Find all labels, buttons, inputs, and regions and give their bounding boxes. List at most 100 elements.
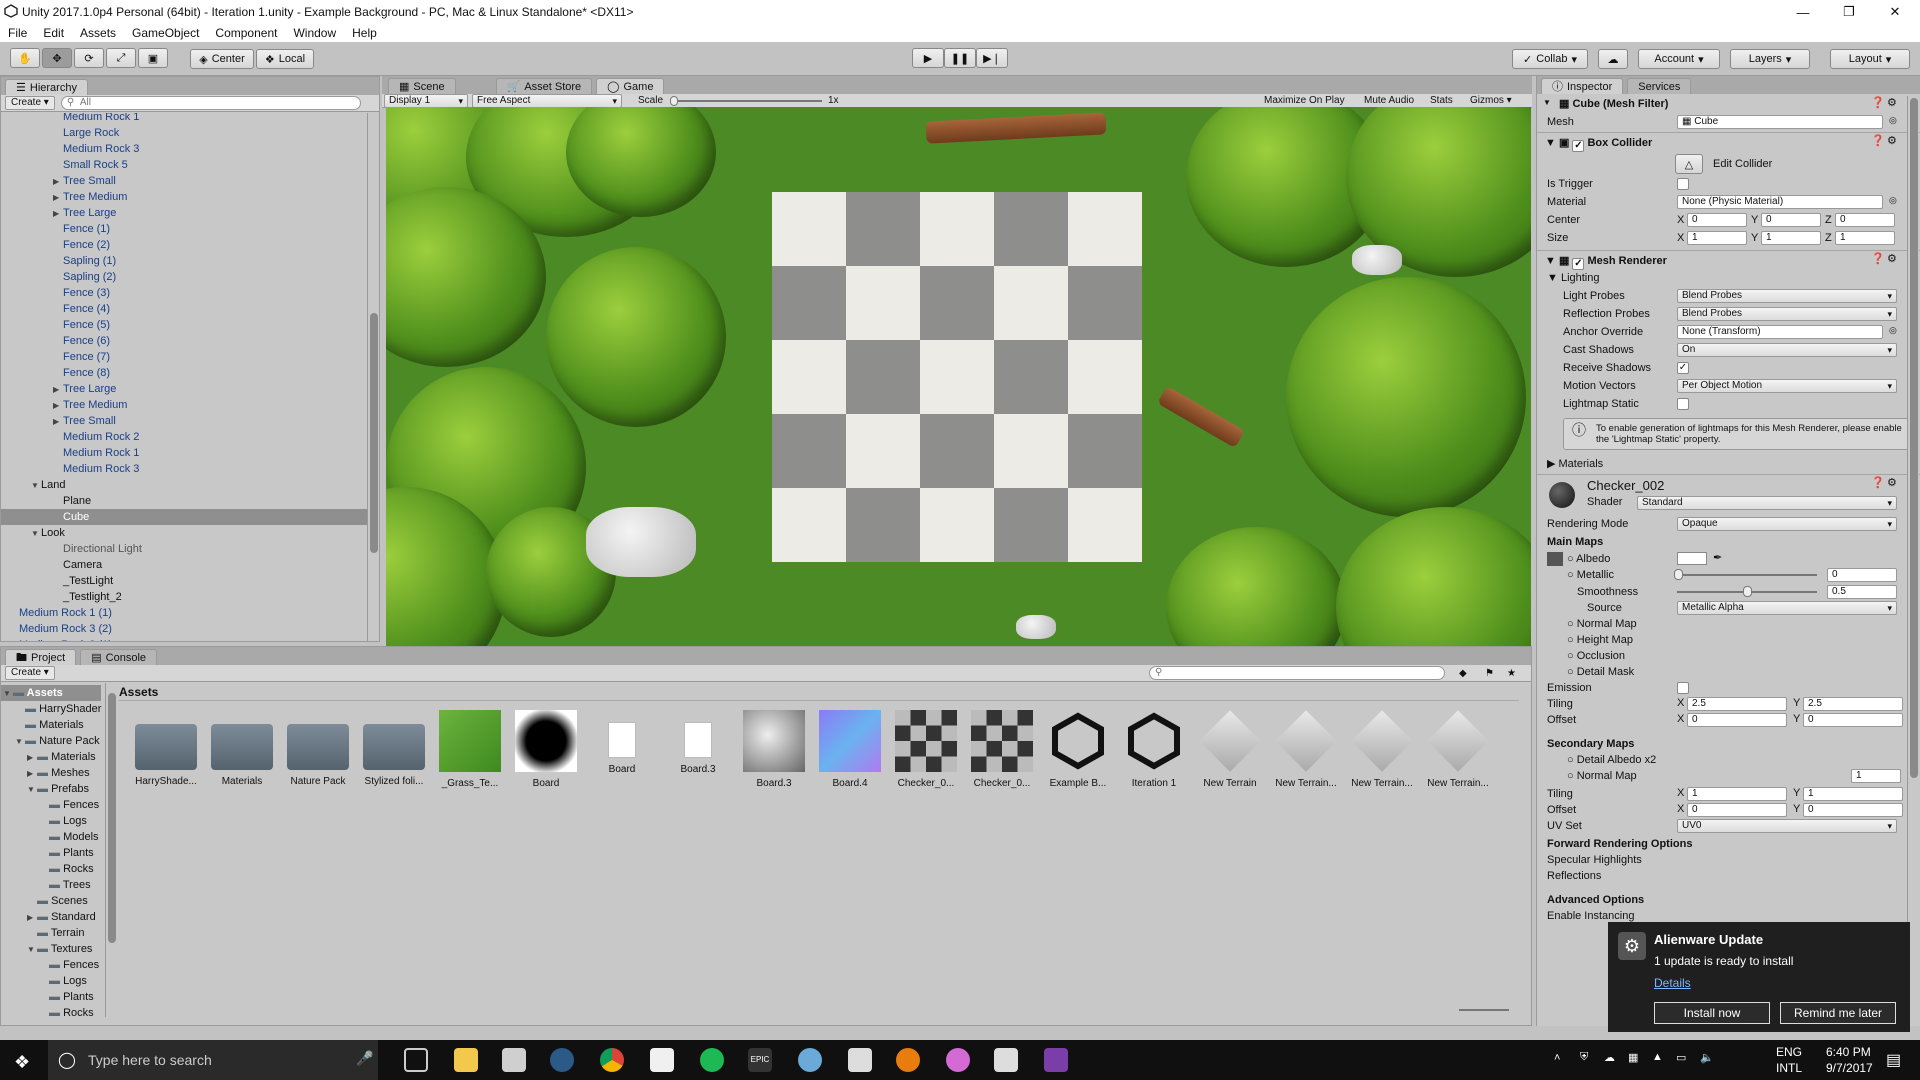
offset-x-field[interactable]: 0	[1687, 713, 1787, 727]
breadcrumb[interactable]: Assets	[119, 683, 1519, 701]
collapse-arrow-icon[interactable]: ▼	[27, 942, 37, 958]
receive-shadows-checkbox[interactable]: ✓	[1677, 362, 1689, 374]
aspect-dropdown[interactable]: Free Aspect	[472, 94, 622, 108]
offset-y-field[interactable]: 0	[1803, 713, 1903, 727]
asset-item[interactable]: Example B...	[1040, 710, 1116, 789]
object-picker-icon[interactable]: ◎	[1889, 325, 1897, 336]
tab-asset-store[interactable]: 🛒 Asset Store	[495, 78, 593, 94]
collapse-arrow-icon[interactable]: ▼	[31, 526, 41, 542]
source-dropdown[interactable]: Metallic Alpha	[1677, 601, 1897, 615]
eyedropper-icon[interactable]: ✒	[1713, 551, 1722, 564]
hierarchy-scrollbar[interactable]	[367, 113, 379, 641]
layers-dropdown[interactable]: Layers ▾	[1730, 49, 1810, 69]
spotify-icon[interactable]	[700, 1048, 724, 1072]
file-explorer-icon[interactable]	[454, 1048, 478, 1072]
light-probes-dropdown[interactable]: Blend Probes	[1677, 289, 1897, 303]
project-folder-item[interactable]: ▬ Scenes	[27, 893, 88, 909]
language-primary[interactable]: ENG	[1776, 1045, 1802, 1059]
asset-item[interactable]: Board.3	[660, 710, 736, 775]
project-folder-item[interactable]: ▬ Trees	[39, 877, 91, 893]
help-icon[interactable]: ❓	[1871, 134, 1885, 147]
hierarchy-item[interactable]: Medium Rock 1 (1)	[1, 605, 367, 621]
move-tool-button[interactable]: ✥	[42, 48, 72, 68]
albedo-texture-slot[interactable]	[1547, 552, 1563, 566]
volume-icon[interactable]: 🔈	[1700, 1051, 1714, 1064]
tab-scene[interactable]: ▦ Scene	[388, 78, 456, 94]
project-folder-item[interactable]: ▬ Models	[39, 829, 99, 845]
filter-label-icon[interactable]: ⚑	[1485, 668, 1494, 679]
project-folder-item[interactable]: ▬ HarryShader	[15, 701, 101, 717]
asset-item[interactable]: HarryShade...	[128, 710, 204, 787]
project-folder-item[interactable]: ▬ Logs	[39, 813, 87, 829]
remind-later-button[interactable]: Remind me later	[1780, 1002, 1896, 1024]
cast-shadows-dropdown[interactable]: On	[1677, 343, 1897, 357]
account-dropdown[interactable]: Account ▾	[1638, 49, 1720, 69]
physic-material-field[interactable]: None (Physic Material)	[1677, 195, 1883, 209]
asset-item[interactable]: Checker_0...	[964, 710, 1040, 789]
maximize-button[interactable]: ❐	[1826, 0, 1872, 24]
shader-dropdown[interactable]: Standard	[1637, 496, 1897, 510]
pause-button[interactable]: ❚❚	[944, 48, 976, 68]
rect-tool-button[interactable]: ▣	[138, 48, 168, 68]
project-folder-item[interactable]: ▬ Rocks	[39, 1005, 94, 1017]
project-folder-item[interactable]: ▶ ▬ Standard	[27, 909, 96, 925]
collapse-arrow-icon[interactable]: ▼	[15, 734, 25, 750]
uv-set-dropdown[interactable]: UV0	[1677, 819, 1897, 833]
expand-arrow-icon[interactable]: ▶	[53, 414, 63, 430]
smoothness-value-field[interactable]: 0.5	[1827, 585, 1897, 599]
anchor-override-field[interactable]: None (Transform)	[1677, 325, 1883, 339]
hierarchy-item[interactable]: ▶ Tree Medium	[1, 189, 367, 205]
asset-item[interactable]: New Terrain...	[1344, 710, 1420, 789]
hierarchy-item[interactable]: Fence (8)	[1, 365, 367, 381]
collapse-arrow-icon[interactable]: ▼	[3, 686, 13, 702]
close-button[interactable]: ✕	[1872, 0, 1918, 24]
asset-item[interactable]: New Terrain...	[1268, 710, 1344, 789]
hierarchy-item[interactable]: Large Rock	[1, 125, 367, 141]
step-button[interactable]: ▶❘	[976, 48, 1008, 68]
asset-item[interactable]: Board.4	[812, 710, 888, 789]
stats-toggle[interactable]: Stats	[1430, 95, 1453, 106]
help-icon[interactable]: ❓	[1871, 96, 1885, 109]
hierarchy-item[interactable]: Medium Rock 3 (2)	[1, 621, 367, 637]
scroll-thumb[interactable]	[108, 693, 116, 943]
taskbar-search-box[interactable]: ◯ Type here to search 🎤	[48, 1040, 378, 1080]
photos-icon[interactable]	[994, 1048, 1018, 1072]
detail-mask-row[interactable]: ○ Detail Mask	[1567, 664, 1920, 680]
mesh-renderer-header[interactable]: ▼ ▦ ✓ Mesh Renderer	[1537, 250, 1920, 270]
hierarchy-item[interactable]: Cube	[1, 509, 367, 525]
asset-item[interactable]: Stylized foli...	[356, 710, 432, 787]
project-folder-item[interactable]: ▶ ▬ Materials	[27, 749, 96, 765]
expand-arrow-icon[interactable]: ▶	[53, 398, 63, 414]
expand-arrow-icon[interactable]: ▶	[53, 190, 63, 206]
project-folder-item[interactable]: ▬ Fences	[39, 957, 99, 973]
details-link[interactable]: Details	[1654, 976, 1691, 990]
materials-foldout[interactable]: ▶ Materials	[1547, 456, 1911, 472]
hierarchy-item[interactable]: ▶ Tree Medium	[1, 397, 367, 413]
motion-vectors-dropdown[interactable]: Per Object Motion	[1677, 379, 1897, 393]
project-folder-item[interactable]: ▬ Rocks	[39, 861, 94, 877]
gizmos-dropdown[interactable]: Gizmos ▾	[1470, 95, 1512, 106]
onenote-icon[interactable]	[1044, 1048, 1068, 1072]
microphone-icon[interactable]: 🎤	[356, 1050, 373, 1067]
hierarchy-item[interactable]: Sapling (2)	[1, 269, 367, 285]
center-x-field[interactable]: 0	[1687, 213, 1747, 227]
project-create-button[interactable]: Create ▾	[5, 666, 55, 680]
lighting-foldout[interactable]: ▼ Lighting	[1547, 270, 1911, 286]
offset-2-y-field[interactable]: 0	[1803, 803, 1903, 817]
box-collider-enabled-checkbox[interactable]: ✓	[1572, 140, 1585, 152]
hierarchy-item[interactable]: Fence (1)	[1, 221, 367, 237]
tab-hierarchy[interactable]: ☰ Hierarchy	[5, 79, 88, 95]
icon-size-slider[interactable]	[1459, 1009, 1509, 1011]
object-picker-icon[interactable]: ◎	[1889, 195, 1897, 206]
hierarchy-item[interactable]: Sapling (1)	[1, 253, 367, 269]
height-map-row[interactable]: ○ Height Map	[1567, 632, 1920, 648]
scroll-thumb[interactable]	[370, 313, 378, 553]
metallic-value-field[interactable]: 0	[1827, 568, 1897, 582]
hierarchy-item[interactable]: Medium Rock 1	[1, 445, 367, 461]
hierarchy-item[interactable]: Fence (6)	[1, 333, 367, 349]
asset-item[interactable]: Board.3	[736, 710, 812, 789]
tab-inspector[interactable]: ⓘ Inspector	[1541, 78, 1624, 94]
mesh-field[interactable]: ▦ Cube	[1677, 115, 1883, 129]
expand-arrow-icon[interactable]: ▶	[27, 750, 37, 766]
mute-audio-toggle[interactable]: Mute Audio	[1364, 95, 1414, 106]
